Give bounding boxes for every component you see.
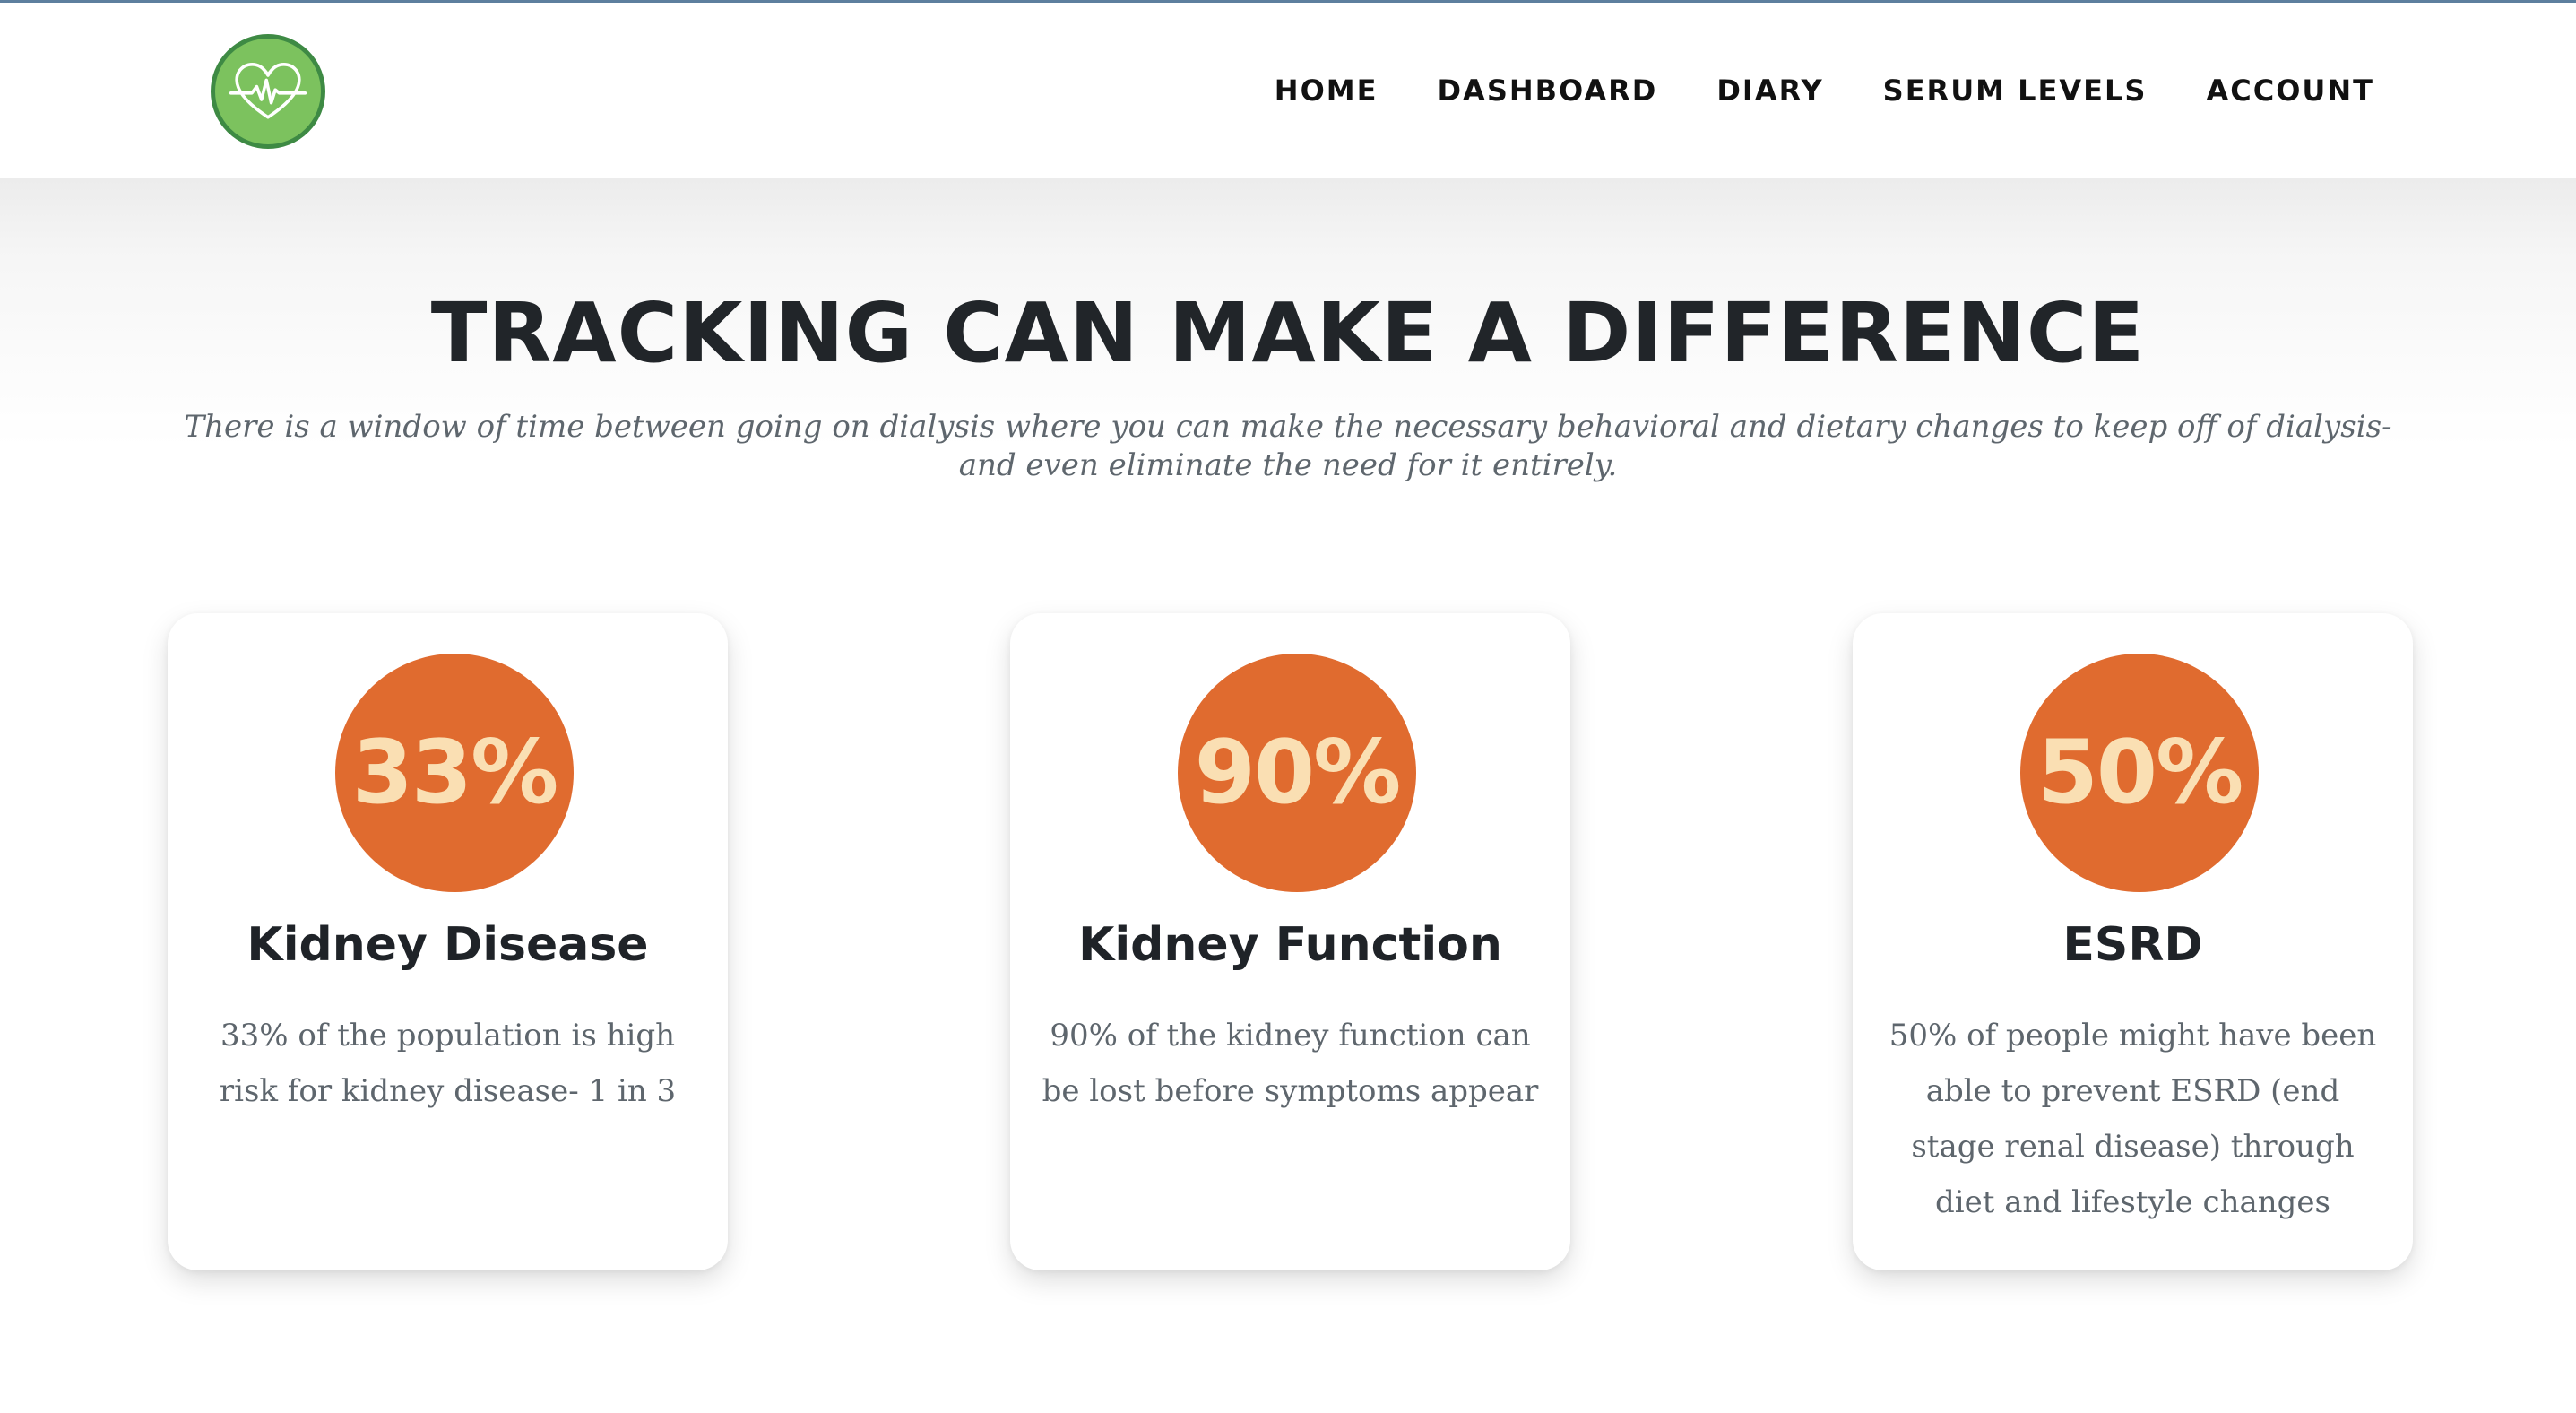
stat-circle: 33% [335,654,574,892]
card-title: Kidney Function [1078,918,1502,972]
heart-pulse-icon [229,63,307,119]
stat-card-esrd: 50% ESRD 50% of people might have been a… [1853,613,2413,1270]
navbar: HOME DASHBOARD DIARY SERUM LEVELS ACCOUN… [0,3,2576,178]
site-logo[interactable] [211,34,325,149]
nav-diary[interactable]: DIARY [1716,74,1823,108]
nav-dashboard[interactable]: DASHBOARD [1437,74,1657,108]
nav-serum-levels[interactable]: SERUM LEVELS [1883,74,2148,108]
stat-card-kidney-function: 90% Kidney Function 90% of the kidney fu… [1010,613,1570,1270]
card-description: 90% of the kidney function can be lost b… [1042,1018,1539,1109]
page-title: TRACKING CAN MAKE A DIFFERENCE [430,285,2146,381]
stat-card-kidney-disease: 33% Kidney Disease 33% of the population… [168,613,728,1270]
stat-value: 50% [2036,722,2244,824]
card-title: Kidney Disease [246,918,649,972]
card-description: 50% of people might have been able to pr… [1889,1018,2377,1220]
nav-account[interactable]: ACCOUNT [2206,74,2374,108]
nav-home[interactable]: HOME [1275,74,1379,108]
stat-value: 33% [351,722,559,824]
main-nav: HOME DASHBOARD DIARY SERUM LEVELS ACCOUN… [1215,3,2374,178]
stat-circle: 50% [2020,654,2259,892]
card-description: 33% of the population is high risk for k… [219,1018,677,1109]
hero-section: TRACKING CAN MAKE A DIFFERENCE There is … [0,178,2576,1413]
stat-value: 90% [1194,722,1402,824]
stat-circle: 90% [1178,654,1416,892]
page-subtitle: There is a window of time between going … [184,409,2392,483]
card-title: ESRD [2062,918,2203,972]
